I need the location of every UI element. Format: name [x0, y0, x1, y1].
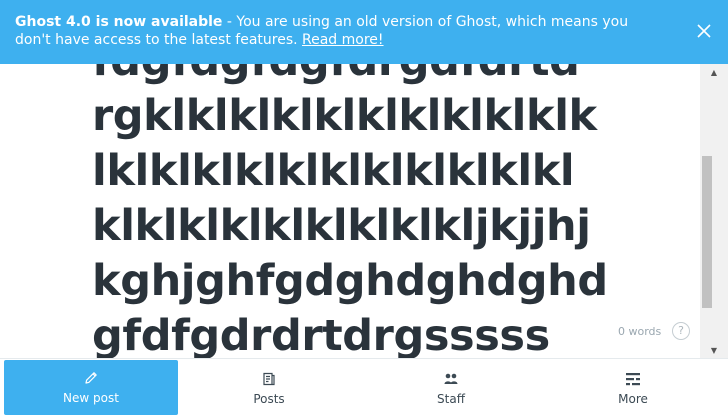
tab-new-post[interactable]: New post	[4, 360, 178, 415]
read-more-link[interactable]: Read more!	[302, 32, 384, 48]
help-button[interactable]: ?	[672, 322, 690, 340]
staff-icon	[444, 373, 458, 384]
post-title-text[interactable]: fdgfdgfdgfdrgdfdrtd rgklklklklklklklklkl…	[92, 34, 632, 358]
word-count: 0 words	[616, 325, 664, 338]
title-line: klklklklklklklklkljkjjhj	[92, 201, 591, 251]
title-line: lklklklklklklklklklklkl	[92, 146, 575, 196]
tab-label: New post	[63, 391, 119, 405]
tab-label: More	[618, 392, 648, 406]
pencil-icon	[85, 372, 97, 384]
tab-posts[interactable]: Posts	[178, 359, 360, 418]
more-icon	[626, 373, 640, 386]
scrollbar[interactable]: ▲ ▼	[700, 64, 728, 358]
close-icon[interactable]	[697, 24, 711, 38]
title-line: kghjghfgdghdghdghd	[92, 256, 608, 306]
tab-more[interactable]: More	[542, 359, 724, 418]
tab-staff[interactable]: Staff	[360, 359, 542, 418]
scroll-up-arrow-icon[interactable]: ▲	[700, 68, 728, 80]
scroll-down-arrow-icon[interactable]: ▼	[700, 346, 728, 358]
scroll-thumb[interactable]	[702, 156, 712, 308]
update-banner: Ghost 4.0 is now available - You are usi…	[0, 0, 728, 64]
tab-label: Posts	[253, 392, 285, 406]
banner-headline: Ghost 4.0 is now available	[15, 14, 223, 30]
posts-icon	[263, 372, 275, 386]
title-line: rgklklklklklklklklklklk	[92, 91, 597, 141]
tab-label: Staff	[437, 392, 465, 406]
bottom-tab-bar: New post Posts Staff More	[0, 358, 728, 418]
title-line: gfdfgdrdrtdrgsssss	[92, 311, 550, 358]
